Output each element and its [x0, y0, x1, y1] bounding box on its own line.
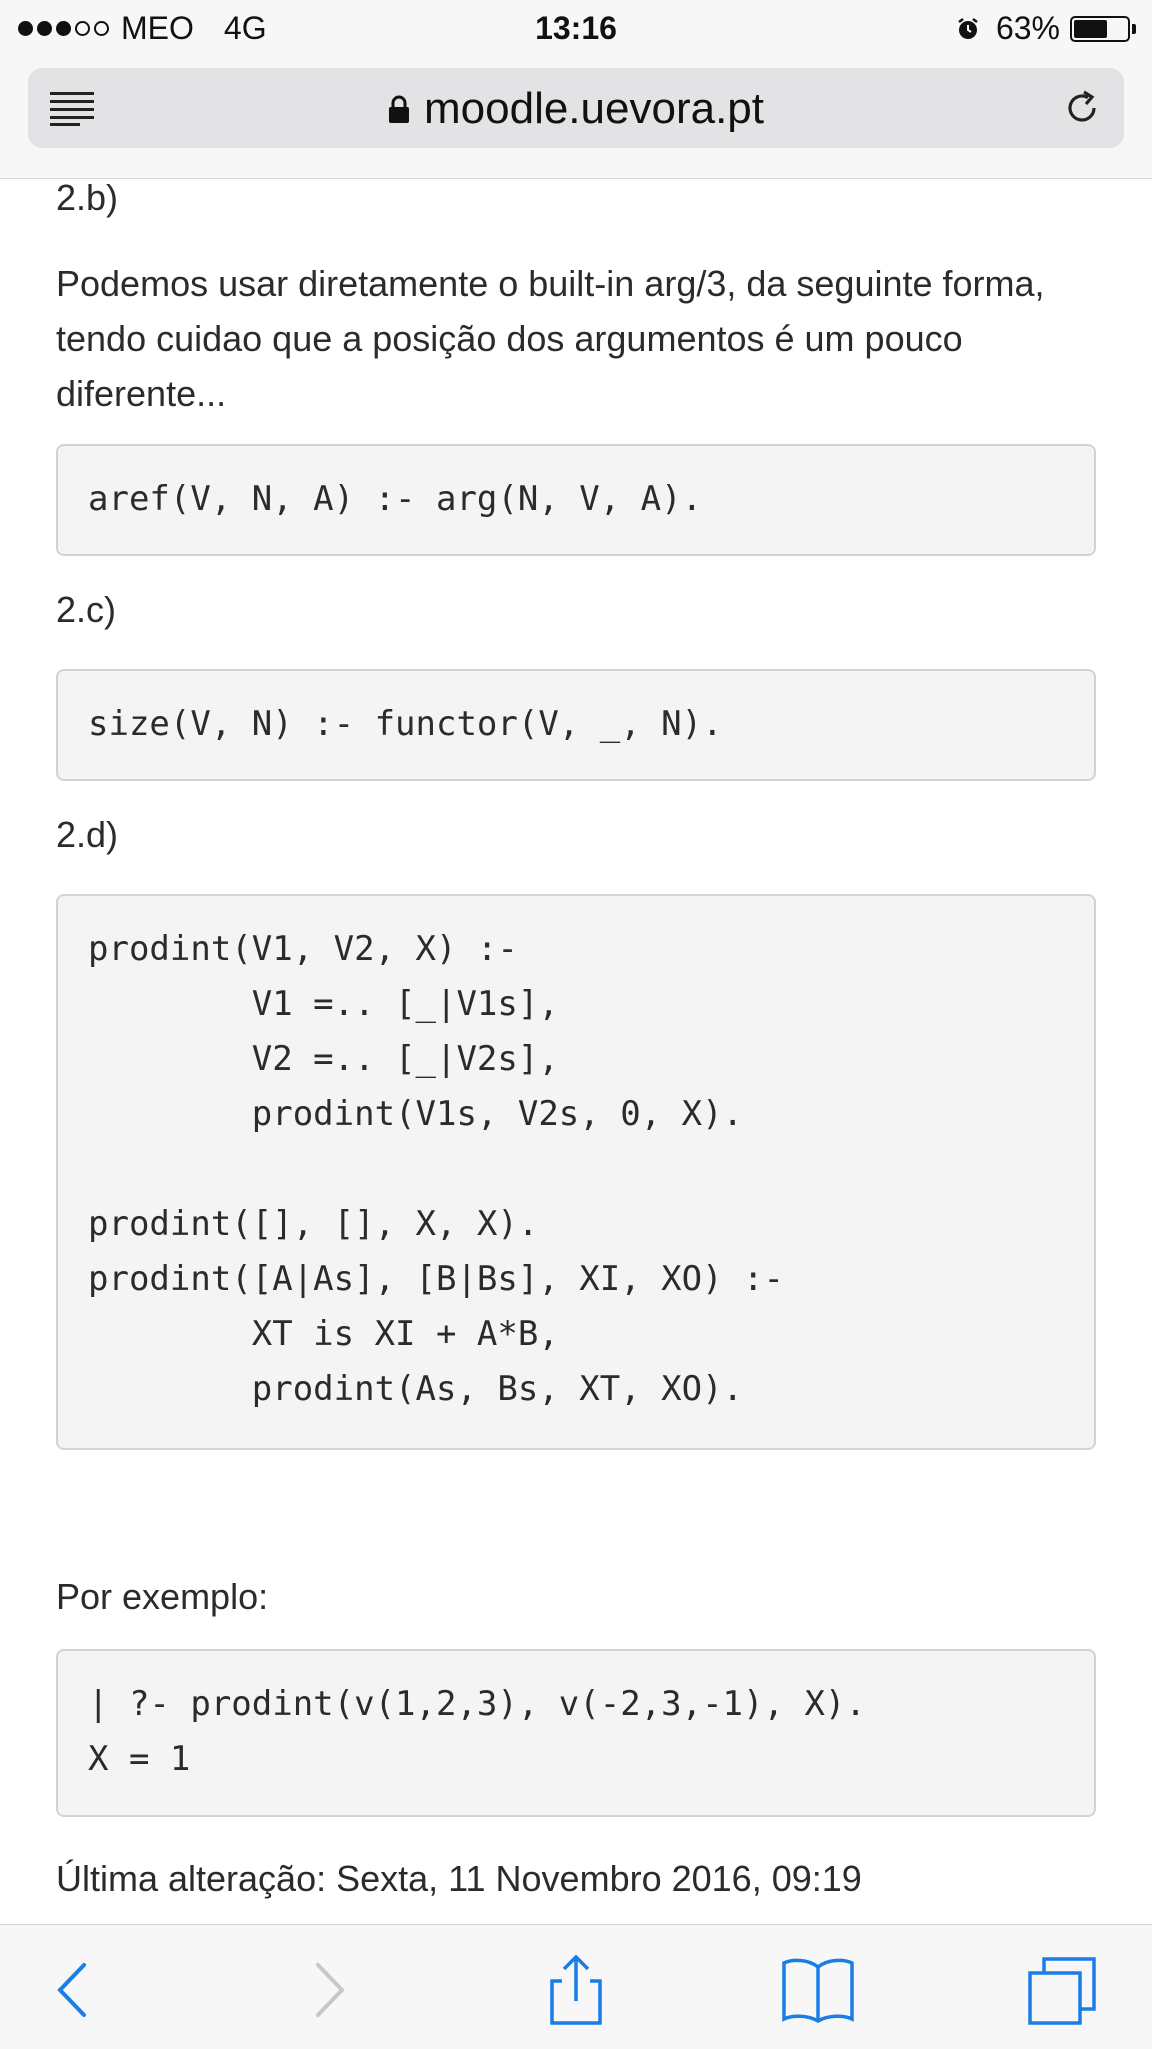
tabs-icon[interactable]: [1024, 1955, 1104, 2025]
battery-tip: [1132, 23, 1136, 34]
url-display[interactable]: moodle.uevora.pt: [28, 84, 1124, 134]
battery-level-fill: [1074, 19, 1107, 38]
share-icon[interactable]: [536, 1955, 616, 2025]
section-heading-2b: 2.b): [56, 177, 119, 218]
battery-icon: [1070, 15, 1130, 42]
browser-toolbar: [0, 1924, 1152, 2049]
alarm-clock-icon: [958, 17, 978, 39]
battery-percentage: 63%: [995, 10, 1060, 46]
section-heading-2d: 2.d): [56, 814, 119, 855]
code-text-2d: prodint(V1, V2, X) :- V1 =.. [_|V1s], V2…: [88, 929, 784, 1409]
browser-chrome: MEO 4G 13:16 63% moodle.uevora.pt: [0, 0, 1152, 179]
reload-icon[interactable]: [1060, 86, 1104, 130]
status-right: 63%: [956, 10, 1136, 47]
forward-icon[interactable]: [288, 1955, 368, 2025]
code-text-2b: aref(V, N, A) :- arg(N, V, A).: [88, 479, 703, 519]
lock-icon: [389, 95, 409, 123]
back-icon[interactable]: [36, 1955, 116, 2025]
address-bar[interactable]: moodle.uevora.pt: [28, 68, 1124, 148]
code-block-2d: prodint(V1, V2, X) :- V1 =.. [_|V1s], V2…: [56, 894, 1096, 1450]
code-block-2c: size(V, N) :- functor(V, _, N).: [56, 669, 1096, 781]
bookmarks-icon[interactable]: [778, 1955, 858, 2025]
status-bar: MEO 4G 13:16 63%: [0, 0, 1152, 62]
code-text-example: | ?- prodint(v(1,2,3), v(-2,3,-1), X). X…: [88, 1684, 866, 1779]
section-heading-2c: 2.c): [56, 589, 117, 630]
url-domain: moodle.uevora.pt: [424, 84, 764, 133]
example-label: Por exemplo:: [56, 1576, 269, 1617]
code-block-2b: aref(V, N, A) :- arg(N, V, A).: [56, 444, 1096, 556]
code-block-example: | ?- prodint(v(1,2,3), v(-2,3,-1), X). X…: [56, 1649, 1096, 1817]
paragraph-2b: Podemos usar diretamente o built-in arg/…: [56, 263, 1045, 414]
code-text-2c: size(V, N) :- functor(V, _, N).: [88, 704, 723, 744]
last-modified-text: Última alteração: Sexta, 11 Novembro 201…: [56, 1858, 862, 1899]
